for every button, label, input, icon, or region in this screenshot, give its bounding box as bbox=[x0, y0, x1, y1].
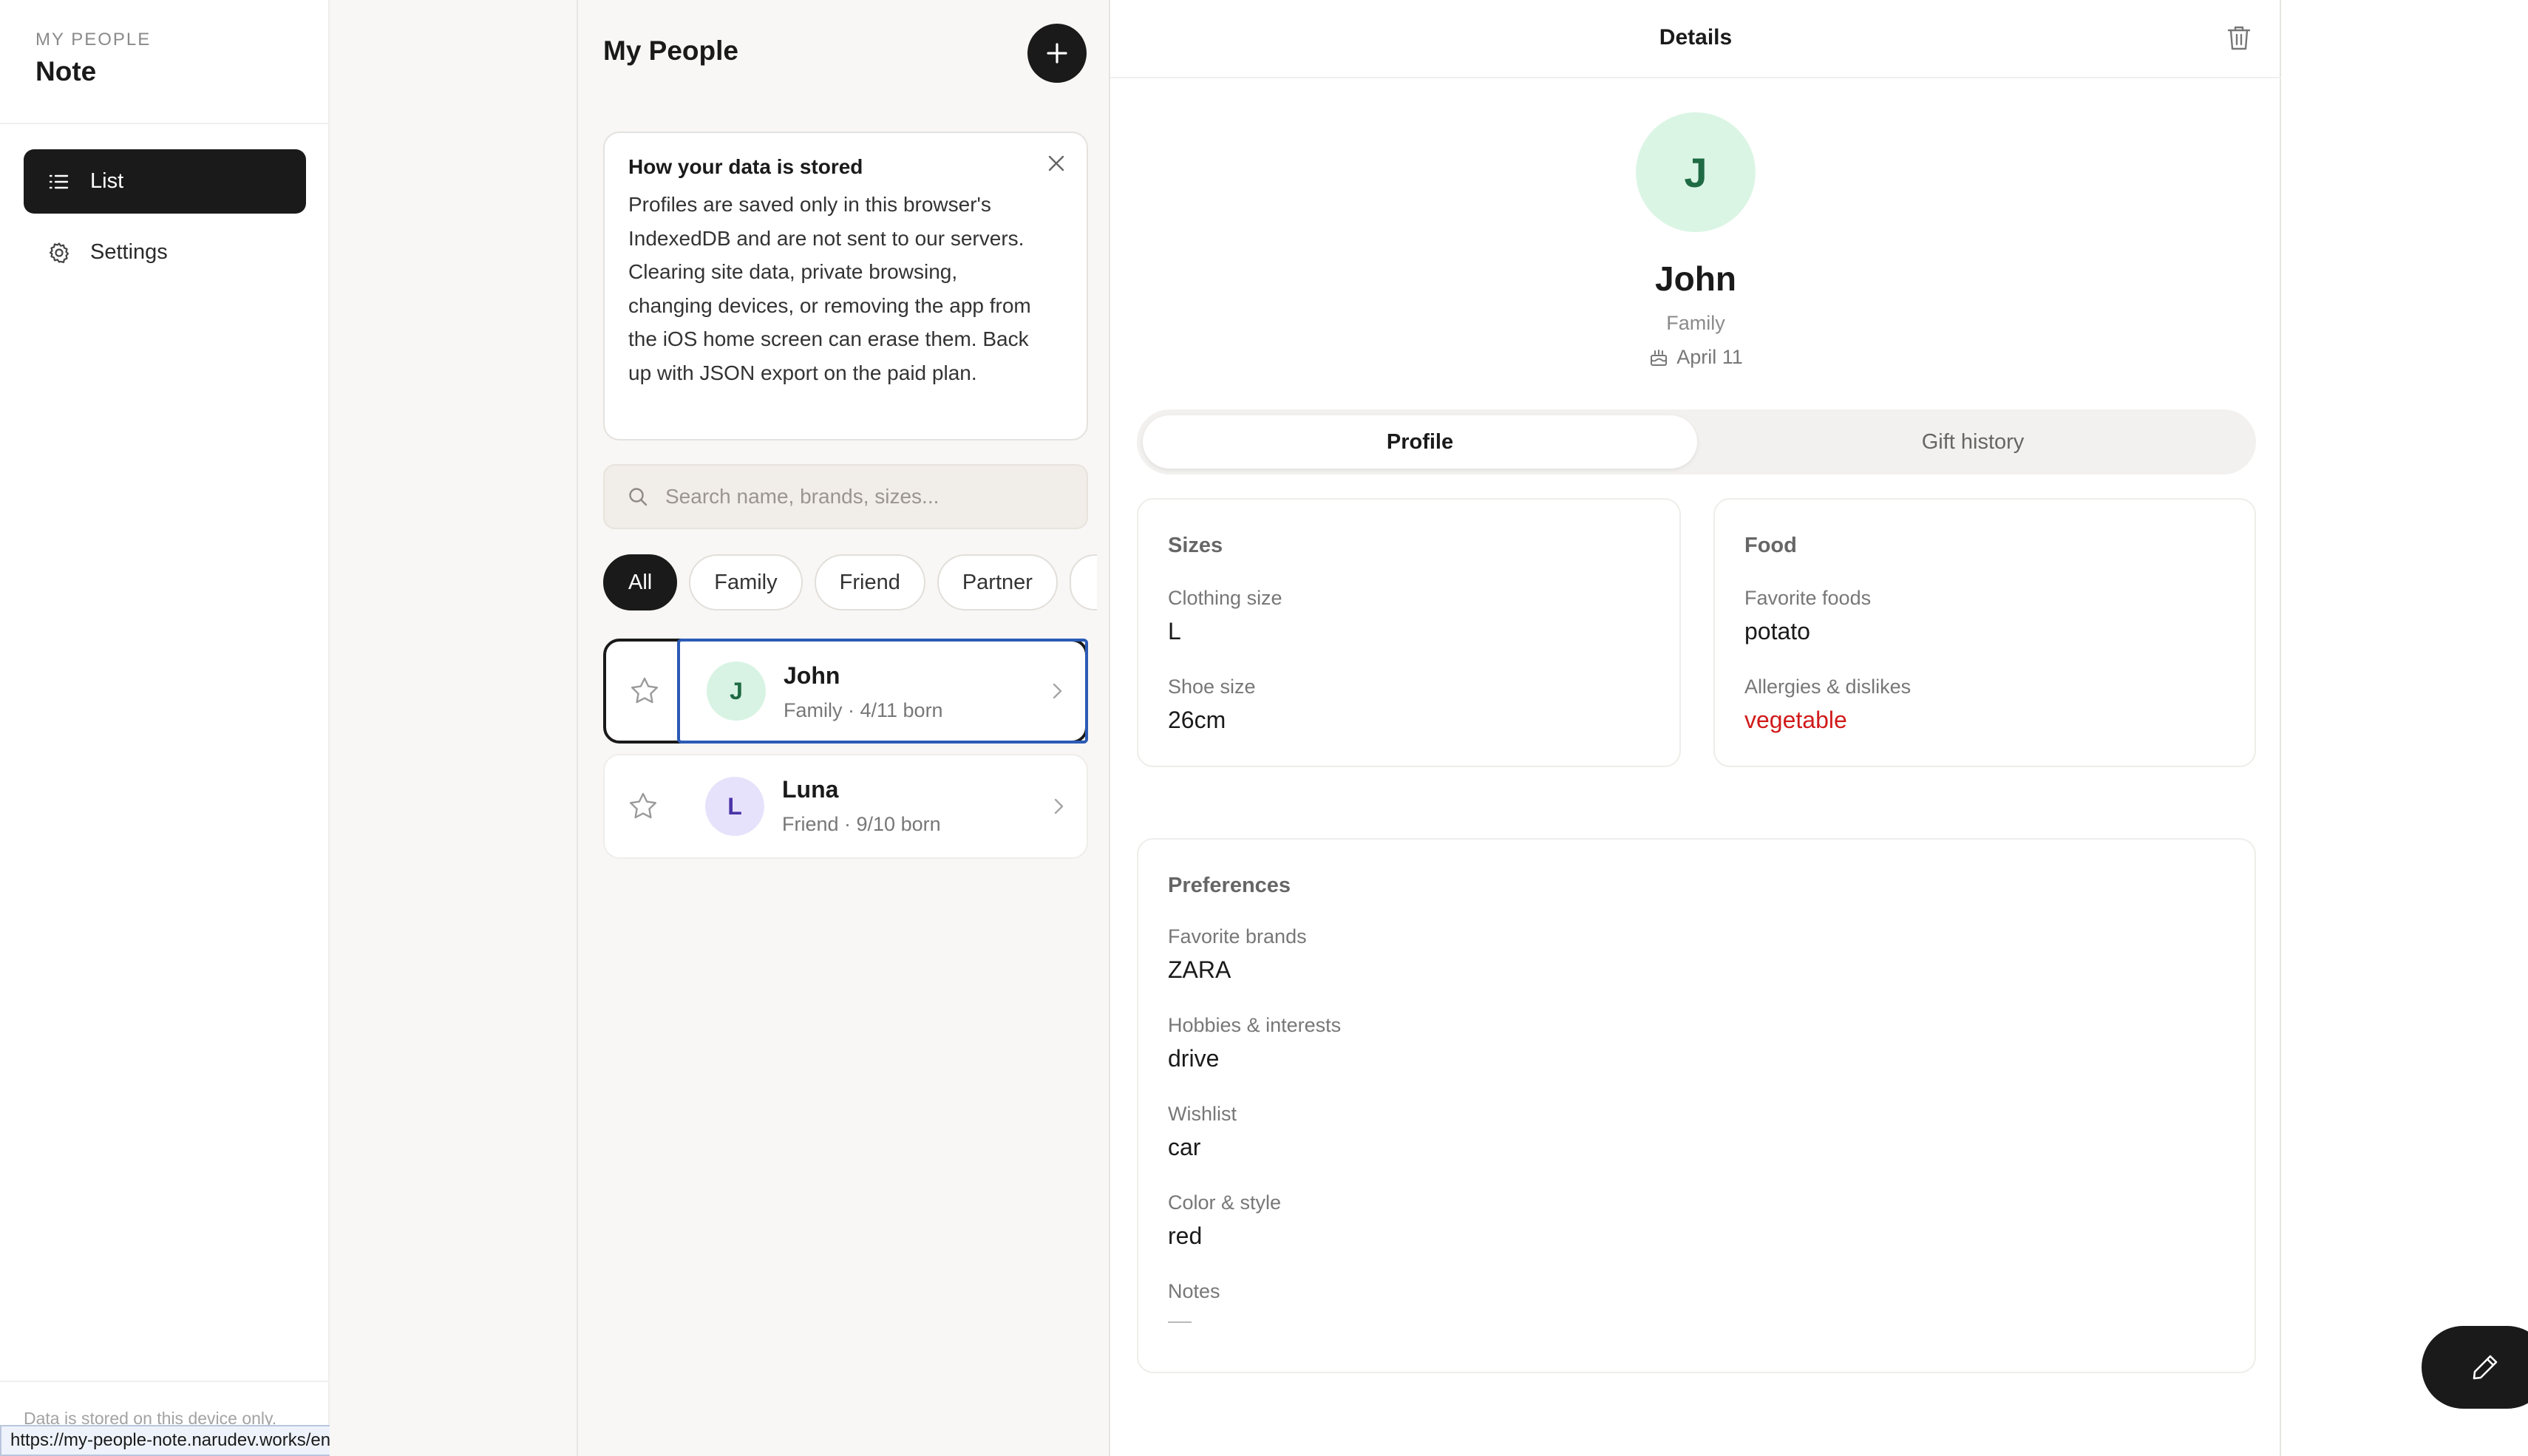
search-input[interactable] bbox=[665, 485, 1079, 508]
list-title: My People bbox=[603, 35, 738, 66]
details-header: Details bbox=[1110, 0, 2281, 78]
add-person-button[interactable] bbox=[1027, 24, 1087, 83]
field-value: car bbox=[1168, 1134, 1201, 1160]
search-box[interactable] bbox=[603, 464, 1088, 529]
field-value: drive bbox=[1168, 1045, 1220, 1072]
person-meta: Family · 4/11 born bbox=[784, 699, 943, 721]
sidebar-item-label: Settings bbox=[90, 240, 168, 264]
storage-info-card: How your data is stored Profiles are sav… bbox=[603, 132, 1088, 440]
person-name-heading: John bbox=[1655, 259, 1736, 298]
filter-chip-all[interactable]: All bbox=[603, 554, 678, 610]
info-title: How your data is stored bbox=[628, 155, 863, 178]
sidebar-footer-divider bbox=[0, 1381, 330, 1382]
filter-chips: All Family Friend Partner bbox=[603, 554, 1097, 610]
preferences-card: Preferences Favorite brands ZARA Hobbies… bbox=[1137, 838, 2256, 1373]
person-group: Family bbox=[1666, 312, 1725, 334]
details-title: Details bbox=[1659, 25, 1733, 50]
status-url-tooltip: https://my-people-note.narudev.works/en/… bbox=[0, 1425, 376, 1456]
pencil-icon bbox=[2473, 1355, 2498, 1380]
field-value: red bbox=[1168, 1222, 1203, 1249]
field-value: vegetable bbox=[1744, 707, 1847, 733]
person-meta: Friend · 9/10 born bbox=[782, 813, 941, 835]
field-label: Shoe size bbox=[1168, 676, 1256, 698]
card-title: Preferences bbox=[1168, 874, 1291, 897]
avatar: J bbox=[1636, 112, 1756, 232]
sidebar: MY PEOPLE Note List Settings Data is sto… bbox=[0, 0, 330, 1456]
person-name: John bbox=[784, 662, 840, 689]
avatar: J bbox=[707, 661, 766, 721]
sizes-card: Sizes Clothing size L Shoe size 26cm bbox=[1137, 498, 1681, 767]
field-label: Wishlist bbox=[1168, 1103, 1237, 1125]
plus-icon bbox=[1047, 43, 1067, 64]
field-label: Allergies & dislikes bbox=[1744, 676, 1912, 698]
details-panel: Details J John Family April 11 Profile G… bbox=[1110, 0, 2281, 1456]
list-item[interactable]: J John Family · 4/11 born bbox=[603, 639, 1088, 744]
close-icon[interactable] bbox=[1045, 152, 1067, 174]
filter-chip-friend[interactable]: Friend bbox=[814, 554, 925, 610]
filter-chip-more[interactable] bbox=[1069, 554, 1097, 610]
sidebar-divider bbox=[0, 123, 330, 124]
brand-title: Note bbox=[35, 56, 97, 86]
people-list-panel: My People How your data is stored Profil… bbox=[578, 0, 1110, 1456]
field-label: Clothing size bbox=[1168, 587, 1282, 609]
list-item[interactable]: L Luna Friend · 9/10 born bbox=[603, 754, 1088, 859]
chevron-right-icon bbox=[1053, 683, 1062, 699]
chevron-right-icon bbox=[1054, 798, 1064, 814]
empty-column bbox=[330, 0, 578, 1456]
field-label: Color & style bbox=[1168, 1191, 1282, 1214]
field-value: ZARA bbox=[1168, 956, 1231, 983]
field-label: Favorite foods bbox=[1744, 587, 1872, 609]
trash-icon[interactable] bbox=[2223, 22, 2255, 53]
brand: MY PEOPLE Note bbox=[35, 30, 151, 87]
tab-gift-history[interactable]: Gift history bbox=[1696, 415, 2250, 469]
gear-icon bbox=[47, 241, 71, 265]
field-label: Favorite brands bbox=[1168, 925, 1307, 948]
star-icon[interactable] bbox=[627, 790, 659, 823]
field-value: 26cm bbox=[1168, 707, 1226, 733]
birthday-text: April 11 bbox=[1676, 346, 1743, 368]
info-body: Profiles are saved only in this browser'… bbox=[628, 193, 1031, 384]
avatar: L bbox=[705, 777, 764, 836]
search-icon bbox=[629, 488, 648, 506]
brand-subtitle: MY PEOPLE bbox=[35, 30, 152, 50]
food-card: Food Favorite foods potato Allergies & d… bbox=[1713, 498, 2256, 767]
card-title: Food bbox=[1744, 534, 1797, 557]
field-value: L bbox=[1168, 618, 1181, 644]
sidebar-item-label: List bbox=[90, 169, 124, 193]
sidebar-item-list[interactable]: List bbox=[24, 149, 306, 214]
tab-profile[interactable]: Profile bbox=[1143, 415, 1697, 469]
filter-chip-family[interactable]: Family bbox=[689, 554, 803, 610]
star-icon[interactable] bbox=[628, 675, 661, 707]
filter-chip-partner[interactable]: Partner bbox=[937, 554, 1058, 610]
field-label: Notes bbox=[1168, 1280, 1220, 1302]
field-value: potato bbox=[1744, 618, 1810, 644]
field-value: — bbox=[1168, 1307, 1192, 1333]
edit-button[interactable] bbox=[2422, 1326, 2528, 1409]
field-label: Hobbies & interests bbox=[1168, 1014, 1342, 1036]
sidebar-item-settings[interactable]: Settings bbox=[24, 220, 306, 285]
details-tabs: Profile Gift history bbox=[1137, 409, 2256, 474]
card-title: Sizes bbox=[1168, 534, 1223, 557]
list-icon bbox=[47, 170, 71, 194]
person-name: Luna bbox=[782, 776, 839, 803]
birthday-row: April 11 bbox=[1110, 346, 2281, 369]
cake-icon bbox=[1651, 349, 1668, 366]
